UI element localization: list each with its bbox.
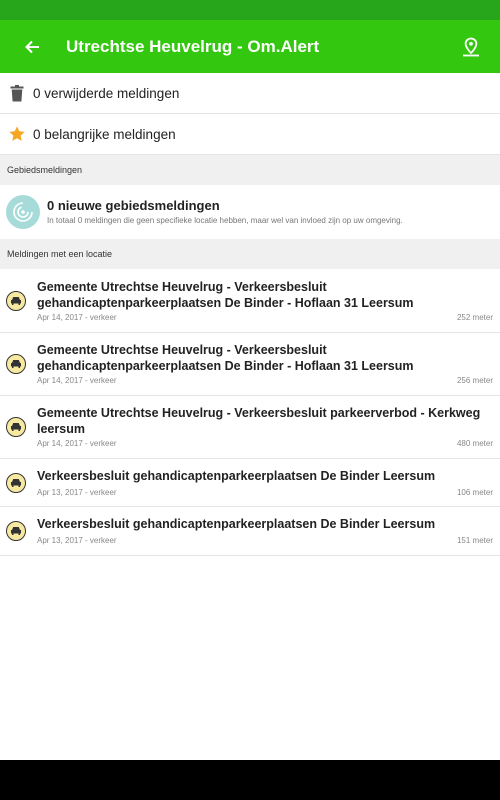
item-title: Gemeente Utrechtse Heuvelrug - Verkeersb… [37, 406, 481, 436]
trash-icon [7, 83, 27, 103]
car-icon [6, 417, 26, 437]
status-bar [0, 0, 500, 20]
list-item[interactable]: Verkeersbesluit gehandicaptenparkeerplaa… [0, 507, 500, 556]
app-bar: Utrechtse Heuvelrug - Om.Alert [0, 20, 500, 73]
list-item[interactable]: Gemeente Utrechtse Heuvelrug - Verkeersb… [0, 270, 500, 333]
radar-icon [6, 195, 40, 229]
item-distance: 252 meter [456, 313, 493, 322]
item-meta: Apr 13, 2017 - verkeer [37, 536, 117, 545]
car-icon [6, 354, 26, 374]
list-item[interactable]: Gemeente Utrechtse Heuvelrug - Verkeersb… [0, 396, 500, 459]
section-header-location-label: Meldingen met een locatie [7, 249, 113, 259]
item-distance: 256 meter [456, 376, 493, 385]
deleted-notifications-row[interactable]: 0 verwijderde meldingen [0, 73, 500, 114]
deleted-notifications-label: 0 verwijderde meldingen [33, 85, 180, 101]
item-distance: 480 meter [456, 439, 493, 448]
item-title: Verkeersbesluit gehandicaptenparkeerplaa… [37, 517, 436, 531]
star-icon [7, 124, 27, 144]
item-distance: 151 meter [456, 536, 493, 545]
item-title: Verkeersbesluit gehandicaptenparkeerplaa… [37, 469, 436, 483]
item-meta: Apr 14, 2017 - verkeer [37, 313, 117, 322]
item-meta: Apr 14, 2017 - verkeer [37, 376, 117, 385]
item-distance: 106 meter [456, 488, 493, 497]
item-meta: Apr 13, 2017 - verkeer [37, 488, 117, 497]
section-header-location: Meldingen met een locatie [0, 239, 500, 269]
list-item[interactable]: Verkeersbesluit gehandicaptenparkeerplaa… [0, 459, 500, 507]
map-marker-icon[interactable] [457, 33, 485, 61]
arrow-back-icon[interactable] [18, 33, 46, 61]
item-title: Gemeente Utrechtse Heuvelrug - Verkeersb… [37, 343, 414, 373]
area-notifications-title: 0 nieuwe gebiedsmeldingen [47, 198, 220, 213]
item-title: Gemeente Utrechtse Heuvelrug - Verkeersb… [37, 280, 414, 310]
car-icon [6, 291, 26, 311]
system-navigation-bar [0, 760, 500, 800]
section-header-area-label: Gebiedsmeldingen [7, 165, 83, 175]
page-title: Utrechtse Heuvelrug - Om.Alert [66, 36, 320, 56]
section-header-area: Gebiedsmeldingen [0, 155, 500, 185]
car-icon [6, 473, 26, 493]
car-icon [6, 521, 26, 541]
list-item[interactable]: Gemeente Utrechtse Heuvelrug - Verkeersb… [0, 333, 500, 396]
area-notifications-card[interactable]: 0 nieuwe gebiedsmeldingen In totaal 0 me… [0, 185, 500, 239]
important-notifications-row[interactable]: 0 belangrijke meldingen [0, 114, 500, 155]
area-notifications-subtitle: In totaal 0 meldingen die geen specifiek… [47, 216, 403, 225]
item-meta: Apr 14, 2017 - verkeer [37, 439, 117, 448]
important-notifications-label: 0 belangrijke meldingen [33, 126, 176, 142]
